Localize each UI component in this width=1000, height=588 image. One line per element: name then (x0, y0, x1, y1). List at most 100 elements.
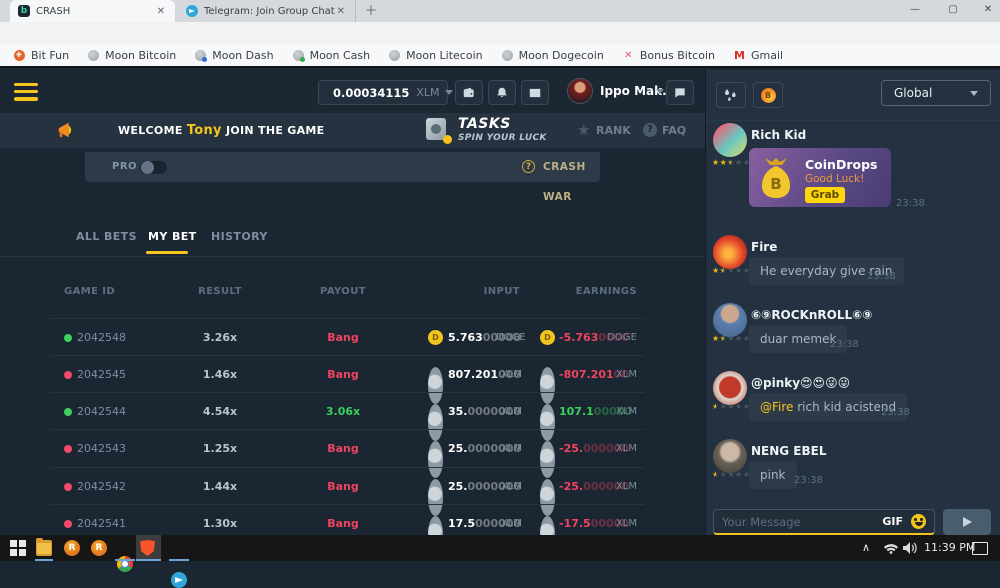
messages-button[interactable] (521, 80, 549, 105)
message-time: 23:38 (794, 475, 823, 486)
wallet-button[interactable] (455, 80, 483, 105)
chat-username[interactable]: Rich Kid (751, 128, 806, 142)
bet-row[interactable]: 2042548 3.26x Bang 5.76300000 DOGE -5.76… (50, 318, 645, 356)
result-value: 1.25x (190, 430, 250, 467)
message-time: 23:38 (881, 407, 910, 418)
mention: @Fire (760, 400, 793, 414)
send-button[interactable] (943, 509, 991, 535)
chat-username[interactable]: NENG EBEL (751, 444, 827, 458)
bet-row[interactable]: 2042544 4.54x 3.06x 35.0000000 XLM 107.1… (50, 392, 645, 430)
chevron-down-icon[interactable] (656, 89, 664, 94)
volume-icon[interactable] (903, 542, 917, 554)
channel-label: Global (894, 86, 932, 100)
bookmark-moon-cash[interactable]: Moon Cash (293, 49, 371, 62)
tasks-icon[interactable] (424, 116, 452, 144)
wifi-icon[interactable] (884, 543, 898, 554)
close-window-button[interactable]: ✕ (973, 0, 1000, 22)
address-bar: ◁ ▷ ↻ bc.game/crash ⊕ 1 ☁ ≡ (0, 22, 1000, 44)
megaphone-icon (57, 121, 75, 139)
rank-star-icon[interactable]: ★ (577, 113, 590, 148)
earnings-currency: XLM (607, 393, 637, 430)
payout-value: Bang (310, 356, 376, 393)
telegram-icon[interactable] (171, 572, 187, 588)
chevron-down-icon (970, 91, 978, 96)
faq-link[interactable]: FAQ (662, 113, 686, 148)
moon-bitcoin-icon (88, 50, 99, 61)
tab-crash[interactable]: b CRASH ✕ (10, 0, 175, 22)
earnings-currency: XLM (607, 468, 637, 505)
close-tab-icon[interactable]: ✕ (335, 6, 347, 17)
username[interactable]: Ippo Mak... (600, 70, 676, 113)
hamburger-menu-icon[interactable] (14, 83, 38, 101)
notification-center-icon[interactable] (972, 542, 988, 555)
app-r2-icon[interactable]: R (91, 540, 107, 556)
close-tab-icon[interactable]: ✕ (155, 6, 167, 17)
avatar[interactable] (713, 371, 747, 405)
clock[interactable]: 11:39 PM (924, 535, 975, 561)
app-r1-icon[interactable]: R (64, 540, 80, 556)
avatar[interactable] (713, 235, 747, 269)
tab-telegram[interactable]: Telegram: Join Group Chat ✕ (178, 0, 356, 22)
bookmark-gmail[interactable]: MGmail (734, 49, 783, 62)
user-rating: ★★★★★ (712, 266, 750, 275)
game-controls-panel: PRO ? CRASH WAR (85, 152, 600, 182)
grab-button[interactable]: Grab (805, 187, 845, 203)
coindrop-button[interactable]: B (753, 82, 783, 108)
rain-button[interactable] (716, 82, 746, 108)
result-value: 4.54x (190, 393, 250, 430)
col-input: INPUT (420, 286, 520, 297)
rank-link[interactable]: RANK (596, 113, 631, 148)
moon-cash-icon (293, 50, 304, 61)
crash-war-help-icon[interactable]: ? (522, 160, 535, 173)
smiley-face-icon[interactable] (911, 514, 926, 529)
maximize-button[interactable]: ▢ (938, 0, 968, 22)
chat-username[interactable]: Fire (751, 240, 777, 254)
bookmark-moon-bitcoin[interactable]: Moon Bitcoin (88, 49, 176, 62)
message-time: 23:38 (896, 198, 925, 209)
bet-row[interactable]: 2042543 1.25x Bang 25.0000000 XLM -25.00… (50, 429, 645, 467)
payout-value: Bang (310, 319, 376, 356)
result-value: 1.46x (190, 356, 250, 393)
welcome-text: WELCOME Tony JOIN THE GAME (118, 113, 324, 148)
result-value: 1.44x (190, 468, 250, 505)
bookmark-bonus-bitcoin[interactable]: ✕Bonus Bitcoin (623, 49, 715, 62)
chat-username[interactable]: ⑥⑨ROCKnROLL⑥⑨ (751, 308, 872, 322)
tasks-title[interactable]: TASKS (458, 116, 511, 132)
divider (0, 256, 705, 257)
coindrops-subtitle: Good Luck! (805, 173, 864, 185)
crash-war-link[interactable]: CRASH WAR (543, 152, 600, 182)
notifications-button[interactable] (488, 80, 516, 105)
tab-history[interactable]: HISTORY (211, 230, 268, 243)
bookmark-moon-dogecoin[interactable]: Moon Dogecoin (502, 49, 604, 62)
chat-toggle-button[interactable] (666, 80, 694, 105)
chat-message-input[interactable]: Your Message GIF (713, 509, 935, 535)
col-result: RESULT (190, 286, 250, 297)
user-avatar[interactable] (567, 78, 593, 104)
chat-username[interactable]: @pinky😍😍😜😜 (751, 376, 850, 390)
bet-row[interactable]: 2042545 1.46x Bang 807.201000 XLM -807.2… (50, 355, 645, 393)
balance-selector[interactable]: 0.00034115 XLM (318, 80, 448, 105)
input-currency: XLM (496, 356, 522, 393)
gif-button[interactable]: GIF (882, 515, 903, 528)
chat-message: pink (749, 461, 797, 489)
bookmark-moon-dash[interactable]: Moon Dash (195, 49, 273, 62)
pro-toggle[interactable] (140, 161, 167, 174)
bet-row[interactable]: 2042542 1.44x Bang 25.0000000 XLM -25.00… (50, 467, 645, 505)
avatar[interactable] (713, 439, 747, 473)
tab-all-bets[interactable]: ALL BETS (76, 230, 137, 243)
new-tab-button[interactable]: ＋ (362, 3, 380, 21)
channel-selector[interactable]: Global (881, 80, 991, 106)
tray-chevron-icon[interactable]: ∧ (862, 535, 870, 561)
bookmark-moon-litecoin[interactable]: Moon Litecoin (389, 49, 483, 62)
tab-my-bet[interactable]: MY BET (148, 230, 197, 243)
avatar[interactable] (713, 303, 747, 337)
minimize-button[interactable]: — (900, 0, 930, 22)
faq-question-icon[interactable]: ? (643, 123, 657, 137)
active-tab-underline (146, 251, 188, 254)
file-explorer-icon[interactable] (36, 540, 52, 556)
avatar[interactable] (713, 123, 747, 157)
balance-currency: XLM (416, 86, 439, 99)
start-button[interactable] (10, 540, 26, 556)
bookmark-bitfun[interactable]: Bit Fun (14, 49, 69, 62)
telegram-favicon (186, 5, 198, 17)
